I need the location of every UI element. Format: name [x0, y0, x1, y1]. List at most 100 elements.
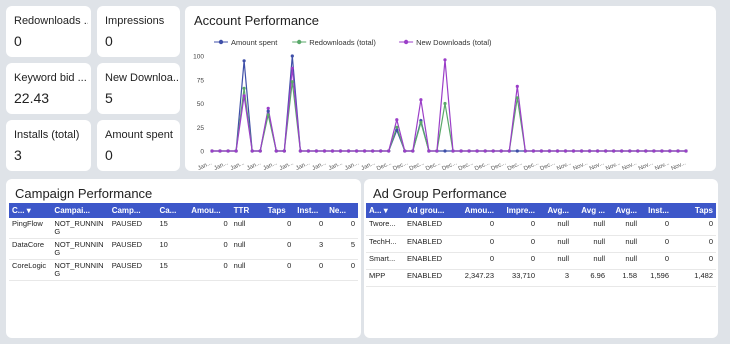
col-header[interactable]: Ne...: [326, 203, 358, 218]
data-point: [644, 149, 648, 153]
legend-swatch-marker: [297, 39, 302, 45]
data-point: [588, 149, 592, 153]
data-point: [475, 149, 479, 153]
adgroup-table: A... ▾ Ad grou... Amou... Impre... Avg..…: [366, 203, 716, 287]
col-header[interactable]: Amou...: [188, 203, 231, 218]
data-point: [395, 128, 399, 132]
cell: 0: [188, 218, 231, 239]
data-point: [419, 98, 423, 102]
col-header[interactable]: Impre...: [497, 203, 538, 218]
data-point: [371, 149, 375, 153]
table-row[interactable]: TechH... ENABLED 0 0 null null null 0 0: [366, 235, 716, 253]
data-point: [652, 149, 656, 153]
cell: TechH...: [366, 235, 404, 253]
data-point: [451, 149, 455, 153]
cell: 0: [640, 252, 672, 270]
col-header[interactable]: Taps: [264, 203, 295, 218]
table-row[interactable]: Twore... ENABLED 0 0 null null null 0 0: [366, 218, 716, 236]
table-row[interactable]: DataCore NOT_RUNNING PAUSED 10 0 null 0 …: [9, 238, 358, 260]
col-header[interactable]: A... ▾: [366, 203, 404, 218]
data-point: [266, 109, 270, 113]
col-header[interactable]: Avg...: [538, 203, 572, 218]
cell: null: [538, 252, 572, 270]
kpi-label: Impressions: [105, 15, 165, 27]
cell: null: [608, 235, 640, 253]
campaign-performance-panel: Campaign Performance C... ▾ Campai... Ca…: [6, 179, 361, 338]
col-header[interactable]: Avg ...: [572, 203, 608, 218]
cell: 0: [640, 235, 672, 253]
col-header[interactable]: Avg...: [608, 203, 640, 218]
x-tick-label: Jan...: [246, 160, 262, 170]
x-tick-label: Nov...: [621, 160, 638, 170]
series-line: [212, 59, 686, 152]
data-point: [555, 149, 560, 153]
data-point: [403, 149, 407, 153]
campaign-header-row: C... ▾ Campai... Camp... Ca... Amou... T…: [9, 203, 358, 218]
x-tick-label: Nov...: [605, 160, 622, 170]
kpi-value: 22.43: [14, 90, 50, 106]
kpi-value: 3: [14, 147, 22, 163]
cell: 1,482: [672, 269, 716, 287]
data-point: [427, 149, 431, 153]
x-tick-label: Dec...: [474, 160, 491, 170]
x-tick-label: Jan...: [197, 160, 213, 170]
table-row[interactable]: MPP ENABLED 2,347.23 33,710 3 6.96 1.58 …: [366, 269, 716, 287]
x-tick-label: Dec...: [425, 160, 442, 170]
sort-desc-icon[interactable]: ▾: [27, 206, 31, 215]
kpi-value: 0: [105, 33, 113, 49]
legend-swatch-marker: [218, 39, 224, 45]
table-row[interactable]: Smart... ENABLED 0 0 null null null 0 0: [366, 252, 716, 270]
col-header[interactable]: Inst...: [640, 203, 672, 218]
cell: 0: [672, 252, 716, 270]
data-point: [266, 106, 270, 110]
cell: 0: [326, 259, 358, 281]
cell: 0: [264, 218, 295, 239]
col-header[interactable]: Camp...: [108, 203, 157, 218]
y-tick-label: 100: [193, 54, 204, 61]
col-header[interactable]: Inst...: [294, 203, 327, 218]
kpi-value: 0: [14, 33, 22, 49]
data-point: [314, 149, 318, 153]
col-header[interactable]: Taps: [672, 203, 716, 218]
series-line: [212, 81, 686, 152]
col-header[interactable]: Ca...: [156, 203, 189, 218]
y-tick-label: 75: [197, 77, 205, 84]
table-row[interactable]: CoreLogic NOT_RUNNING PAUSED 15 0 null 0…: [9, 259, 358, 281]
data-point: [306, 149, 310, 153]
x-tick-label: Nov...: [589, 160, 606, 170]
sort-desc-icon[interactable]: ▾: [384, 206, 388, 215]
col-header[interactable]: Campai...: [51, 203, 109, 218]
cell: Twore...: [366, 218, 404, 236]
cell: 33,710: [497, 269, 538, 287]
data-point: [363, 149, 367, 153]
cell: 0: [497, 218, 538, 236]
data-point: [290, 54, 294, 58]
data-point: [242, 86, 246, 90]
cell: null: [572, 235, 608, 253]
data-point: [298, 149, 302, 153]
col-header[interactable]: TTR: [230, 203, 265, 218]
account-performance-chart: Amount spent Redownloads (total) New Downl…: [193, 38, 688, 170]
x-tick-label: Dec...: [507, 160, 524, 170]
cell: 0: [294, 259, 327, 281]
cell: ENABLED: [404, 235, 455, 253]
x-tick-label: Dec...: [376, 160, 393, 170]
table-row[interactable]: PingFlow NOT_RUNNING PAUSED 15 0 null 0 …: [9, 218, 358, 239]
cell: 0: [188, 259, 231, 281]
kpi-value: 0: [105, 147, 113, 163]
col-header[interactable]: Ad grou...: [404, 203, 455, 218]
kpi-value: 5: [105, 90, 113, 106]
x-tick-label: Jan...: [279, 160, 295, 170]
x-tick-label: Nov...: [654, 160, 671, 170]
data-point: [234, 149, 238, 153]
col-header[interactable]: Amou...: [455, 203, 497, 218]
x-tick-label: Nov...: [638, 160, 655, 170]
cell: PAUSED: [108, 218, 157, 239]
cell: 3: [294, 238, 327, 260]
data-point: [395, 118, 399, 122]
data-point: [242, 94, 246, 98]
data-point: [443, 149, 447, 153]
col-header-label: C...: [12, 206, 25, 215]
col-header[interactable]: C... ▾: [9, 203, 52, 218]
cell: NOT_RUNNING: [51, 238, 109, 260]
